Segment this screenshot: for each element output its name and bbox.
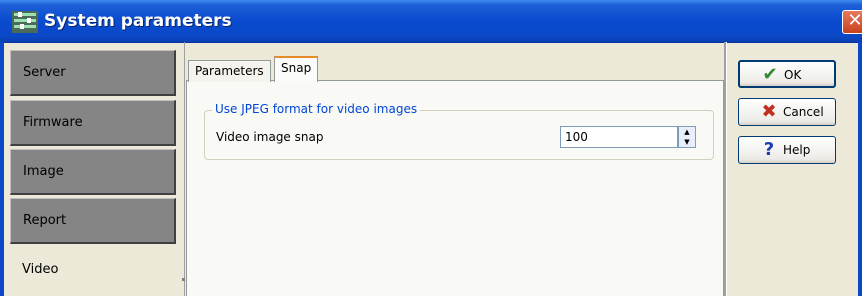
help-button[interactable]: ? Help	[738, 136, 836, 164]
nav-item-label: Video	[22, 262, 59, 277]
tab-label: Parameters	[195, 64, 264, 78]
x-icon: ✖	[761, 101, 777, 122]
nav-item-label: Firmware	[23, 115, 83, 130]
app-settings-icon	[12, 11, 38, 33]
nav-item-report[interactable]: Report	[10, 198, 176, 244]
nav-item-label: Report	[23, 213, 67, 228]
window-frame-right	[858, 42, 862, 296]
nav-item-image[interactable]: Image	[10, 149, 176, 195]
cancel-button-label: Cancel	[783, 105, 824, 119]
check-icon: ✔	[762, 64, 778, 85]
nav-item-firmware[interactable]: Firmware	[10, 100, 176, 146]
nav-item-label: Server	[23, 65, 66, 80]
nav-divider	[184, 42, 185, 296]
help-button-label: Help	[783, 143, 811, 157]
spin-down-icon[interactable]: ▼	[679, 137, 695, 147]
video-image-snap-stepper[interactable]: ▲ ▼	[678, 126, 696, 148]
tab-parameters[interactable]: Parameters	[188, 60, 271, 82]
close-button[interactable]: ✕	[842, 10, 862, 34]
ok-button[interactable]: ✔ OK	[738, 60, 836, 88]
nav-selection-marker	[182, 278, 185, 281]
spin-up-icon[interactable]: ▲	[679, 127, 695, 137]
button-column-divider	[724, 42, 727, 296]
close-icon: ✕	[847, 10, 862, 31]
window-title: System parameters	[44, 11, 232, 31]
tab-snap[interactable]: Snap	[274, 56, 319, 82]
ok-button-label: OK	[784, 68, 802, 82]
video-image-snap-input[interactable]: 100	[560, 126, 678, 148]
video-image-snap-label: Video image snap	[216, 130, 324, 144]
group-title: Use JPEG format for video images	[212, 102, 421, 116]
nav-item-server[interactable]: Server	[10, 50, 176, 96]
title-bar[interactable]: System parameters ✕	[0, 0, 862, 43]
tab-label: Snap	[281, 61, 312, 75]
cancel-button[interactable]: ✖ Cancel	[738, 98, 836, 126]
nav-item-label: Image	[23, 164, 64, 179]
nav-item-video[interactable]: Video	[10, 248, 176, 294]
question-icon: ?	[763, 139, 775, 160]
